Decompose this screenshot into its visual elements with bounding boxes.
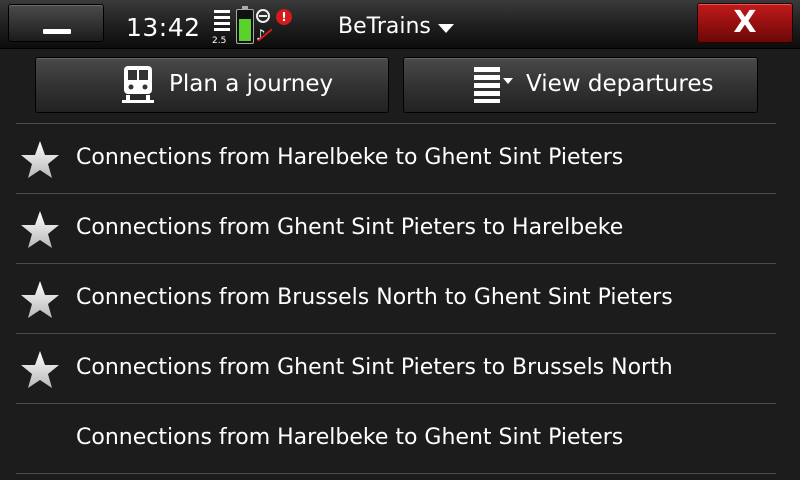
star-icon — [21, 141, 59, 178]
muted-sound-icon: ♪ — [256, 26, 276, 44]
battery-icon — [236, 6, 254, 44]
alert-icon: ! — [276, 9, 292, 25]
plan-journey-button[interactable]: Plan a journey — [35, 57, 389, 113]
list-item[interactable]: Connections from Harelbeke to Ghent Sint… — [16, 403, 776, 474]
chevron-down-icon[interactable] — [438, 24, 454, 33]
favorites-list: Connections from Harelbeke to Ghent Sint… — [16, 123, 776, 474]
plan-journey-label: Plan a journey — [169, 71, 334, 97]
star-icon — [21, 281, 59, 318]
view-departures-button[interactable]: View departures — [403, 57, 758, 113]
network-type-label: 2.5 — [212, 36, 227, 46]
list-item[interactable]: Connections from Brussels North to Ghent… — [16, 263, 776, 333]
star-icon — [21, 351, 59, 388]
status-bar: 13:42 2.5 ! ♪ BeTrains X — [0, 0, 800, 49]
network-signal-icon: 2.5 — [212, 10, 232, 46]
connection-label: Connections from Ghent Sint Pieters to H… — [76, 215, 624, 240]
close-icon: X — [733, 5, 757, 40]
train-icon — [122, 66, 154, 103]
minimize-button[interactable] — [8, 4, 104, 42]
connection-label: Connections from Brussels North to Ghent… — [76, 285, 673, 310]
list-item[interactable]: Connections from Ghent Sint Pieters to B… — [16, 333, 776, 403]
app-title[interactable]: BeTrains — [338, 14, 431, 39]
notification-area: ! ♪ — [256, 9, 296, 45]
connection-label: Connections from Ghent Sint Pieters to B… — [76, 355, 673, 380]
close-button[interactable]: X — [697, 3, 793, 43]
minimize-icon — [43, 29, 71, 34]
star-icon — [21, 211, 59, 248]
list-item[interactable]: Connections from Harelbeke to Ghent Sint… — [16, 123, 776, 193]
clock: 13:42 — [126, 13, 201, 42]
list-item[interactable]: Connections from Ghent Sint Pieters to H… — [16, 193, 776, 263]
no-entry-icon — [256, 9, 270, 23]
view-departures-label: View departures — [526, 71, 714, 97]
connection-label: Connections from Harelbeke to Ghent Sint… — [76, 425, 624, 450]
departures-list-icon — [474, 67, 513, 103]
connection-label: Connections from Harelbeke to Ghent Sint… — [76, 145, 624, 170]
